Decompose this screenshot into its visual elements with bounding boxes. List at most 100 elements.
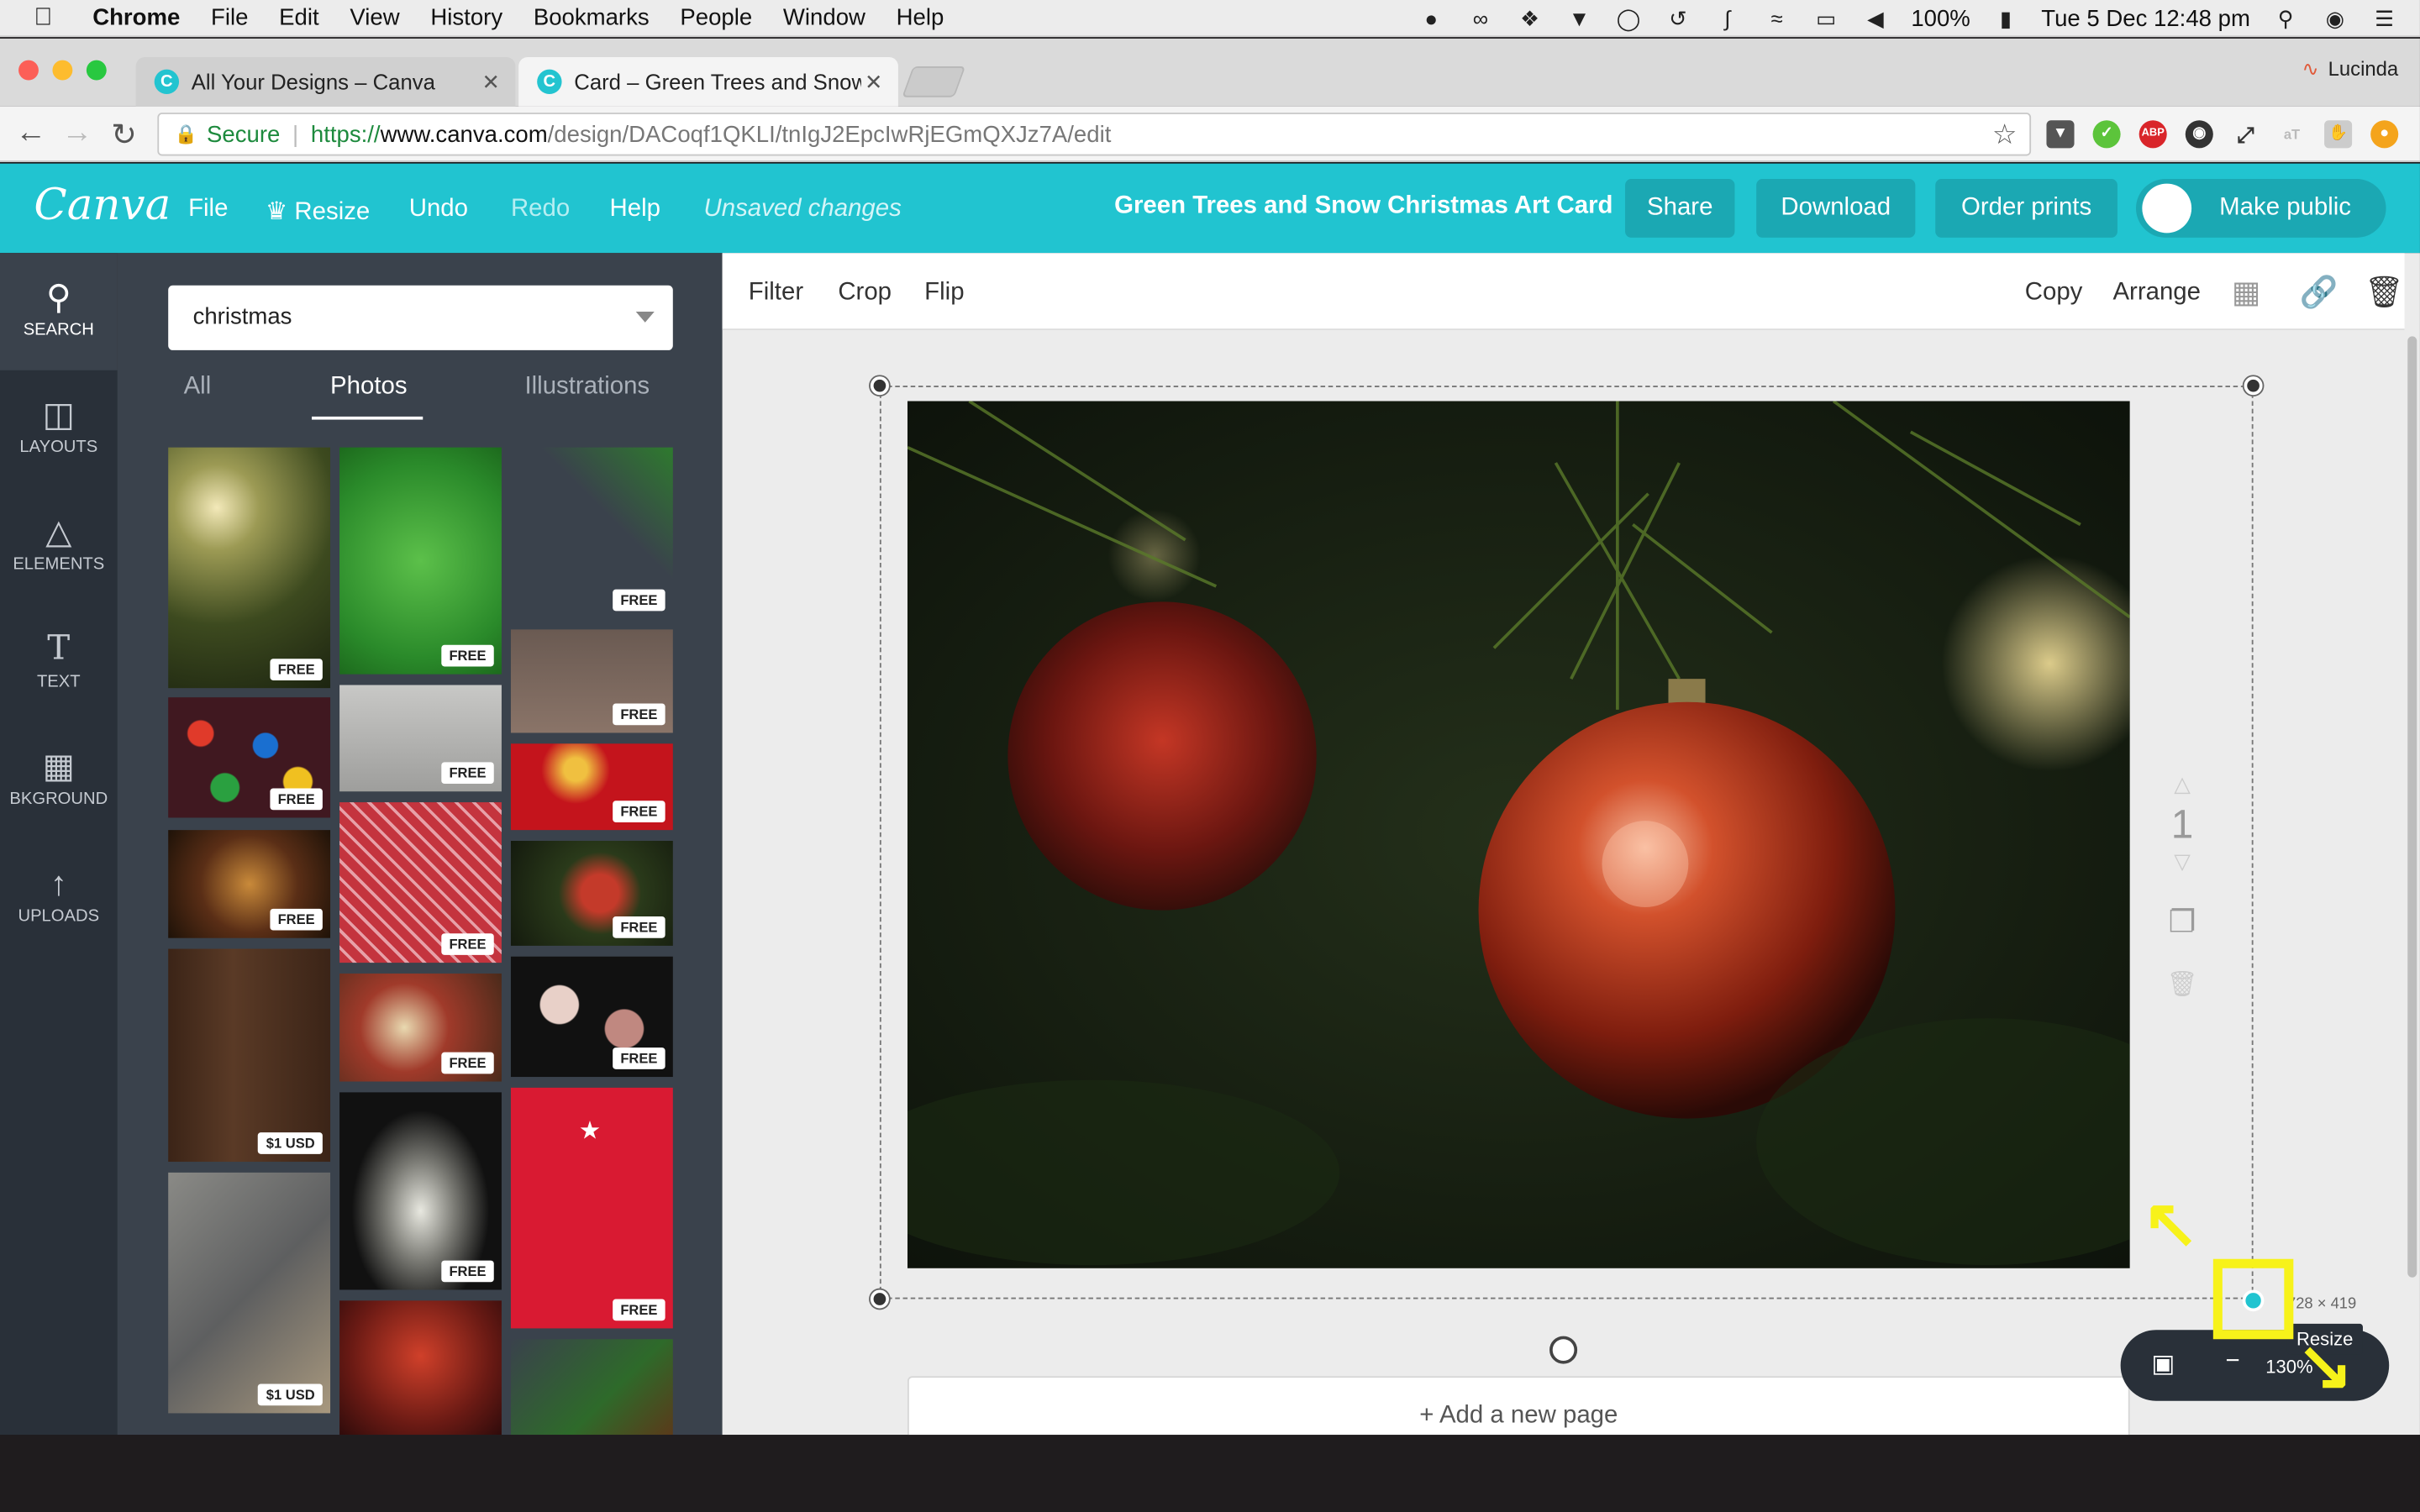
window-minimize-button[interactable] (52, 60, 73, 81)
rail-uploads[interactable]: ↑ UPLOADS (0, 839, 118, 957)
chevron-down-icon[interactable] (635, 312, 655, 323)
reload-icon[interactable]: ↻ (111, 116, 137, 155)
photo-thumbnail[interactable]: FREE (510, 629, 673, 733)
tab-close-icon[interactable]: ✕ (482, 70, 501, 96)
font-extension-icon[interactable]: aT (2278, 120, 2306, 148)
expand-extension-icon[interactable]: ⤢ (2232, 120, 2260, 148)
menu-edit[interactable]: Edit (279, 5, 318, 31)
photo-thumbnail[interactable]: FREE (510, 841, 673, 946)
dropbox-icon[interactable]: ❖ (1516, 6, 1544, 30)
photo-thumbnail[interactable]: FREE (339, 685, 502, 792)
arrange-button[interactable]: Arrange (2112, 279, 2201, 307)
vertical-scrollbar[interactable] (2407, 336, 2417, 1278)
tab-illustrations[interactable]: Illustrations (524, 373, 650, 401)
help-menu[interactable]: Help (609, 196, 660, 223)
bluetooth-icon[interactable]: ∫ (1713, 6, 1741, 30)
photo-thumbnail[interactable]: ★ FREE (510, 1087, 673, 1329)
bookmark-star-icon[interactable]: ☆ (1992, 118, 2018, 151)
photo-thumbnail[interactable]: FREE (339, 802, 502, 963)
delete-page-icon[interactable]: 🗑 (2151, 969, 2212, 1000)
zoom-out-button[interactable]: − (2226, 1348, 2240, 1376)
order-prints-button[interactable]: Order prints (1935, 179, 2118, 238)
camera-extension-icon[interactable]: ◉ (2185, 120, 2213, 149)
copy-button[interactable]: Copy (2025, 279, 2083, 307)
address-bar[interactable]: 🔒 Secure | https:// www.canva.com /desig… (157, 113, 2032, 156)
apple-icon[interactable]:  (34, 4, 65, 32)
duplicate-page-icon[interactable]: ❐ (2151, 902, 2212, 941)
menu-app-name[interactable]: Chrome (92, 5, 180, 31)
tab-card-design[interactable]: C Card – Green Trees and Snow C ✕ (518, 56, 898, 107)
design-title[interactable]: Green Trees and Snow Christmas Art Card (1114, 193, 1612, 221)
download-button[interactable]: Download (1756, 179, 1916, 238)
adblock-extension-icon[interactable]: ABP (2139, 120, 2167, 149)
share-button[interactable]: Share (1625, 179, 1735, 238)
wifi-icon[interactable]: ≈ (1763, 6, 1791, 30)
resize-handle-top-right[interactable] (2244, 376, 2263, 396)
menu-people[interactable]: People (680, 5, 752, 31)
search-input[interactable]: christmas (168, 285, 673, 350)
rail-layouts[interactable]: ◫ LAYOUTS (0, 370, 118, 488)
shield-icon[interactable]: ◯ (1615, 6, 1643, 30)
resize-handle-bottom-left[interactable] (870, 1289, 889, 1309)
honey-extension-icon[interactable]: ● (2370, 120, 2399, 149)
new-tab-button[interactable] (902, 66, 966, 97)
window-zoom-button[interactable] (86, 60, 107, 81)
resize-handle-top-left[interactable] (870, 376, 889, 396)
menu-file[interactable]: File (211, 5, 248, 31)
make-public-toggle[interactable]: Make public (2135, 179, 2386, 238)
rail-search[interactable]: ⚲ SEARCH (0, 253, 118, 370)
undo-button[interactable]: Undo (409, 196, 468, 223)
hand-extension-icon[interactable]: ✋ (2324, 120, 2353, 149)
spotlight-search-icon[interactable]: ⚲ (2272, 6, 2300, 30)
canva-logo[interactable]: Canva (34, 179, 171, 230)
notification-center-icon[interactable]: ☰ (2370, 6, 2398, 30)
tab-all-designs[interactable]: C All Your Designs – Canva ✕ (135, 56, 516, 107)
forward-arrow-icon[interactable]: → (61, 116, 92, 151)
flip-button[interactable]: Flip (924, 279, 964, 307)
redo-button[interactable]: Redo (511, 196, 570, 223)
file-menu[interactable]: File (188, 196, 228, 223)
menu-history[interactable]: History (430, 5, 502, 31)
photo-thumbnail[interactable]: FREE (168, 697, 331, 818)
evernote-extension-icon[interactable]: ✓ (2092, 120, 2121, 149)
profile-button[interactable]: ∿ Lucinda (2302, 57, 2399, 81)
selected-photo[interactable] (907, 401, 2130, 1268)
tab-close-icon[interactable]: ✕ (865, 70, 883, 96)
photo-thumbnail[interactable]: FREE (339, 447, 502, 675)
rotate-handle-icon[interactable] (1549, 1336, 1578, 1364)
record-icon[interactable]: ● (1418, 6, 1445, 30)
photo-thumbnail[interactable]: FREE (168, 830, 331, 938)
tab-photos[interactable]: Photos (330, 373, 407, 401)
crop-button[interactable]: Crop (838, 279, 892, 307)
link-icon[interactable]: 🔗 (2300, 273, 2338, 312)
photo-thumbnail[interactable]: FREE (168, 447, 331, 689)
pocket-extension-icon[interactable]: ▼ (2046, 120, 2075, 149)
volume-icon[interactable]: ◀ (1862, 6, 1890, 30)
time-machine-icon[interactable]: ↺ (1664, 6, 1691, 30)
resize-button[interactable]: ♛ Resize (266, 196, 370, 227)
creative-cloud-icon[interactable]: ∞ (1466, 6, 1494, 30)
photo-thumbnail[interactable]: FREE (339, 1092, 502, 1290)
back-arrow-icon[interactable]: ← (15, 116, 46, 151)
menu-bookmarks[interactable]: Bookmarks (534, 5, 650, 31)
add-new-page-button[interactable]: + Add a new page (907, 1376, 2130, 1436)
menu-help[interactable]: Help (897, 5, 944, 31)
present-icon[interactable]: ▣ (2151, 1348, 2175, 1379)
menubar-clock[interactable]: Tue 5 Dec 12:48 pm (2041, 5, 2250, 31)
photo-thumbnail[interactable]: $1 USD (168, 948, 331, 1163)
photo-thumbnail[interactable]: $1 USD (168, 1172, 331, 1414)
photo-thumbnail[interactable]: FREE (339, 973, 502, 1082)
window-close-button[interactable] (18, 60, 39, 81)
menu-window[interactable]: Window (783, 5, 865, 31)
resize-handle-bottom-right[interactable] (2242, 1289, 2265, 1312)
rail-elements[interactable]: △ ELEMENTS (0, 487, 118, 605)
airplay-icon[interactable]: ▭ (1812, 6, 1840, 30)
tab-all[interactable]: All (184, 373, 212, 401)
trash-icon[interactable]: 🗑 (2365, 273, 2404, 312)
photo-thumbnail[interactable]: FREE (510, 447, 673, 619)
battery-icon[interactable]: ▮ (1992, 6, 2020, 30)
transparency-icon[interactable]: ▦ (2232, 273, 2261, 312)
rail-text[interactable]: T TEXT (0, 605, 118, 722)
move-page-down-icon[interactable]: ▽ (2151, 848, 2212, 874)
move-page-up-icon[interactable]: △ (2151, 771, 2212, 797)
